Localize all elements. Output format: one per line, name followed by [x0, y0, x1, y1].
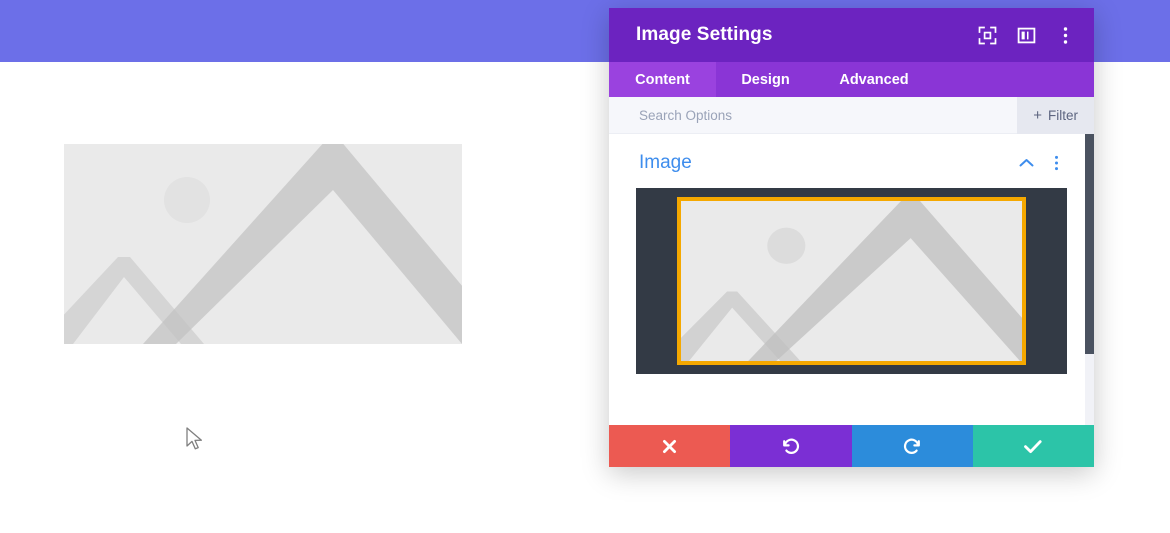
- modal-header-actions: [976, 24, 1076, 46]
- tab-advanced[interactable]: Advanced: [815, 62, 933, 97]
- image-preview-selection[interactable]: [677, 197, 1026, 365]
- cancel-button[interactable]: [609, 425, 731, 467]
- tab-content-label: Content: [635, 71, 690, 88]
- image-section-title: Image: [639, 152, 692, 173]
- search-options-bar: + Filter: [609, 96, 1094, 134]
- modal-scrollbar-track[interactable]: [1085, 134, 1094, 425]
- page-placeholder-image: [64, 144, 462, 344]
- filter-button-label: Filter: [1048, 107, 1078, 123]
- search-input[interactable]: [639, 107, 1018, 123]
- image-section-controls: [1018, 155, 1064, 171]
- tab-design[interactable]: Design: [716, 62, 815, 97]
- placeholder-image-graphic: [64, 144, 462, 344]
- redo-button[interactable]: [851, 425, 973, 467]
- save-button[interactable]: [972, 425, 1094, 467]
- image-section-header: Image: [609, 134, 1094, 174]
- filter-button[interactable]: + Filter: [1017, 96, 1094, 134]
- modal-scrollbar-thumb[interactable]: [1085, 134, 1094, 354]
- screen: Image Settings Content Design Advanced S…: [0, 0, 1170, 533]
- undo-button[interactable]: [730, 425, 852, 467]
- image-settings-modal: Image Settings Content Design Advanced S…: [609, 8, 1094, 467]
- more-vertical-icon[interactable]: [1048, 155, 1064, 171]
- modal-title: Image Settings: [636, 24, 773, 45]
- image-preview-frame[interactable]: [636, 188, 1067, 374]
- layout-panel-icon[interactable]: [1015, 24, 1037, 46]
- preview-image-graphic: [681, 201, 1022, 361]
- plus-icon: +: [1033, 106, 1042, 124]
- image-preview-wrap: [609, 174, 1094, 374]
- chevron-up-icon[interactable]: [1018, 155, 1034, 171]
- more-vertical-icon[interactable]: [1054, 24, 1076, 46]
- modal-body: Image: [609, 134, 1094, 425]
- tab-design-label: Design: [741, 71, 790, 88]
- tabbar-filler: [933, 62, 1094, 97]
- modal-footer: [609, 425, 1094, 467]
- tab-content[interactable]: Content: [609, 62, 716, 97]
- mouse-cursor: [186, 427, 206, 453]
- focus-target-icon[interactable]: [976, 24, 998, 46]
- tab-advanced-label: Advanced: [839, 71, 909, 88]
- modal-tabbar: Content Design Advanced: [609, 62, 1094, 97]
- modal-header: Image Settings: [609, 8, 1094, 62]
